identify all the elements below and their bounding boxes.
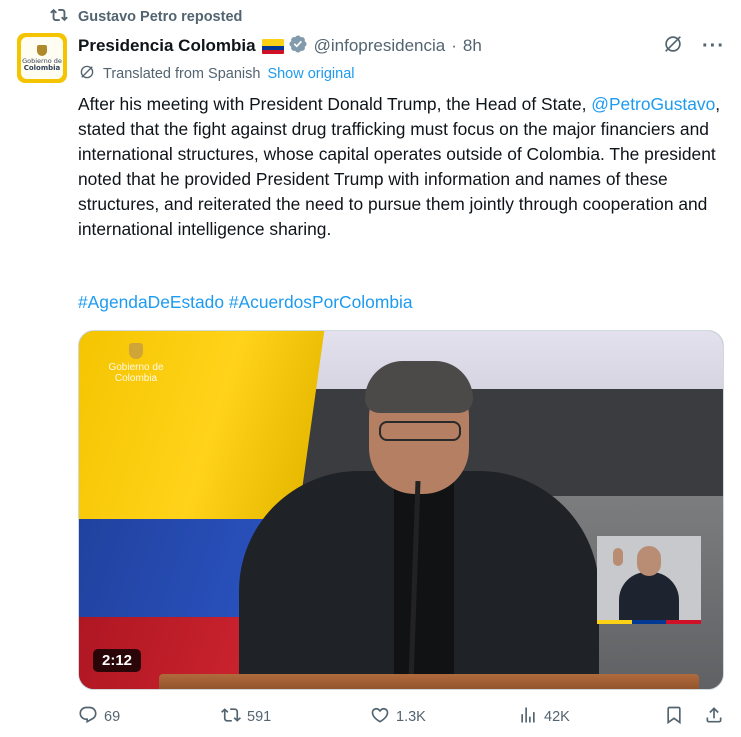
repost-indicator[interactable]: Gustavo Petro reposted [50,6,242,28]
tweet-header: Presidencia Colombia @infopresidencia · … [78,33,725,59]
repost-text: Gustavo Petro reposted [78,9,243,25]
share-icon [704,705,724,729]
colombia-flag-icon [261,38,284,54]
grok-icon[interactable] [662,33,684,60]
bookmark-button[interactable] [664,703,684,731]
coat-of-arms-icon [129,343,143,359]
tweet-text-part2: , stated that the fight against drug tra… [78,94,721,239]
repost-count: 591 [247,709,272,725]
watermark-line2: Colombia [114,373,158,384]
bookmark-icon [664,705,684,729]
show-original-link[interactable]: Show original [267,66,354,82]
author-handle[interactable]: @infopresidencia [314,36,446,56]
repost-button[interactable]: 591 [221,703,271,731]
tweet-text: After his meeting with President Donald … [78,92,728,242]
avatar-logo: Gobierno de Colombia [21,37,63,79]
like-count: 1.3K [396,709,426,725]
share-button[interactable] [704,703,724,731]
hashtag-link[interactable]: #AgendaDeEstado [78,292,224,312]
author-name[interactable]: Presidencia Colombia [78,36,256,56]
mention-link[interactable]: @PetroGustavo [591,94,715,114]
tweet-text-part1: After his meeting with President Donald … [78,94,592,114]
translated-label: Translated from Spanish [103,66,261,82]
translation-notice: Translated from Spanish Show original [78,64,355,84]
podium [159,674,699,689]
verified-badge-icon[interactable] [284,34,308,59]
government-watermark: Gobierno de Colombia [101,343,171,384]
repost-icon [221,705,241,729]
timestamp[interactable]: 8h [463,36,482,56]
more-options-icon[interactable]: ··· [702,35,725,58]
repost-icon [50,6,68,28]
separator-dot: · [451,36,457,55]
like-button[interactable]: 1.3K [370,703,426,731]
hashtag-link[interactable]: #AcuerdosPorColombia [229,292,413,312]
analytics-icon [518,705,538,729]
reply-icon [78,705,98,729]
avatar-text-line2: Colombia [23,63,61,72]
coat-of-arms-icon [37,44,47,56]
reply-count: 69 [104,709,121,725]
action-bar: 69 591 1.3K 42K [78,703,728,731]
views-button[interactable]: 42K [518,703,570,731]
hashtags: #AgendaDeEstado #AcuerdosPorColombia [78,290,413,315]
sign-language-interpreter [597,536,702,624]
reply-button[interactable]: 69 [78,703,120,731]
avatar[interactable]: Gobierno de Colombia [17,33,67,83]
video-player[interactable]: Gobierno de Colombia 2:12 [78,330,724,690]
watermark-line1: Gobierno de [108,362,164,373]
heart-icon [370,705,390,729]
video-duration-badge: 2:12 [93,649,142,672]
translate-icon [78,63,96,85]
views-count: 42K [544,709,570,725]
